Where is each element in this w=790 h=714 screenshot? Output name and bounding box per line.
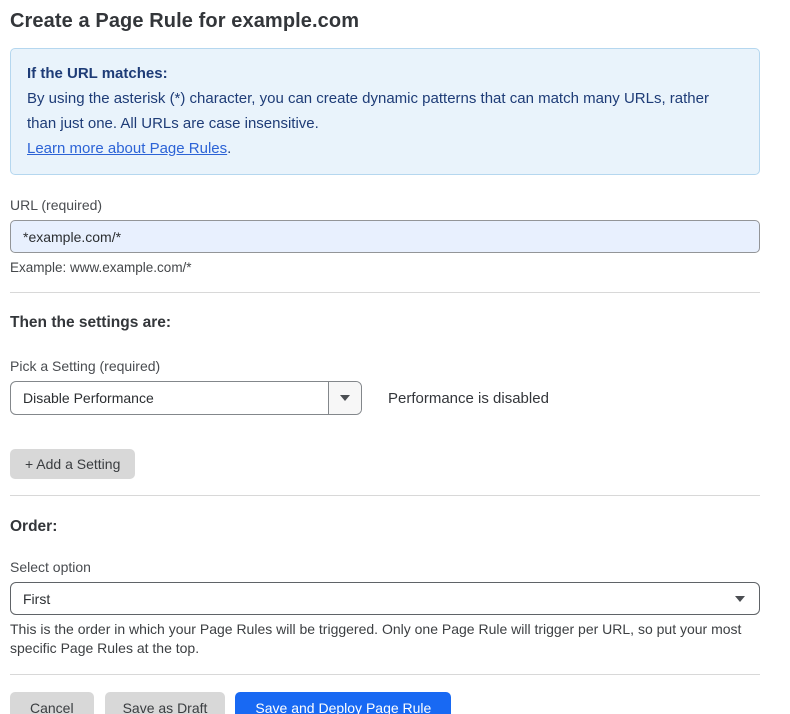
- order-section-heading: Order:: [10, 518, 760, 536]
- page-title: Create a Page Rule for example.com: [10, 10, 760, 33]
- divider: [10, 674, 760, 675]
- divider: [10, 495, 760, 496]
- setting-select-row: Disable Performance Performance is disab…: [10, 381, 760, 415]
- order-select-value: First: [23, 591, 50, 607]
- order-select[interactable]: First: [10, 582, 760, 615]
- setting-select-value: Disable Performance: [11, 382, 328, 414]
- learn-more-link[interactable]: Learn more about Page Rules: [27, 140, 227, 157]
- settings-section-heading: Then the settings are:: [10, 314, 760, 332]
- url-label: URL (required): [10, 197, 760, 213]
- setting-select-arrow-button[interactable]: [328, 382, 361, 414]
- cancel-button[interactable]: Cancel: [10, 692, 94, 714]
- chevron-down-icon: [340, 395, 350, 401]
- add-setting-button[interactable]: + Add a Setting: [10, 449, 135, 479]
- url-input[interactable]: [10, 220, 760, 253]
- chevron-down-icon: [735, 596, 745, 602]
- info-box-link-line: Learn more about Page Rules.: [27, 136, 743, 161]
- divider: [10, 292, 760, 293]
- setting-status-text: Performance is disabled: [388, 390, 549, 407]
- setting-select[interactable]: Disable Performance: [10, 381, 362, 415]
- info-box-heading: If the URL matches:: [27, 61, 743, 86]
- footer-actions: Cancel Save as Draft Save and Deploy Pag…: [10, 692, 760, 714]
- info-box-body: By using the asterisk (*) character, you…: [27, 86, 727, 136]
- url-example-text: Example: www.example.com/*: [10, 260, 760, 275]
- order-help-text: This is the order in which your Page Rul…: [10, 620, 754, 658]
- save-as-draft-button[interactable]: Save as Draft: [105, 692, 226, 714]
- url-match-info-box: If the URL matches: By using the asteris…: [10, 48, 760, 175]
- create-page-rule-panel: Create a Page Rule for example.com If th…: [0, 0, 790, 714]
- order-label: Select option: [10, 559, 760, 575]
- pick-setting-label: Pick a Setting (required): [10, 358, 760, 374]
- save-and-deploy-button[interactable]: Save and Deploy Page Rule: [235, 692, 451, 714]
- link-period: .: [227, 140, 231, 157]
